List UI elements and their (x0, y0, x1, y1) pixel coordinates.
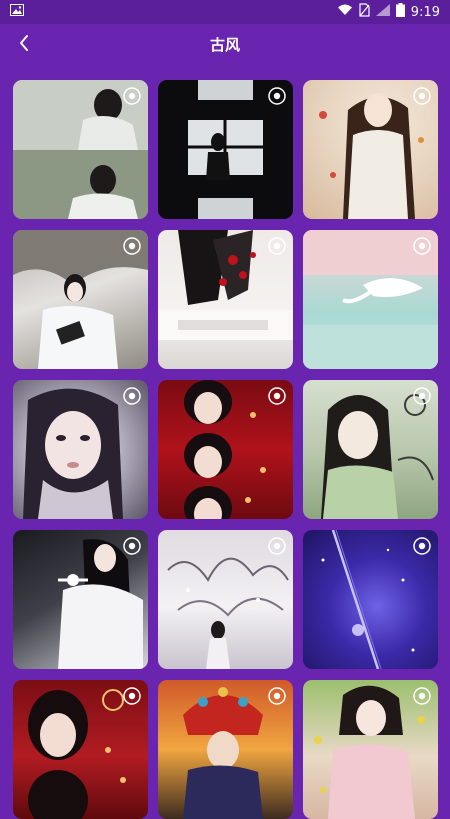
wallpaper-tile-9[interactable] (303, 380, 438, 519)
page-title: 古风 (209, 36, 240, 54)
live-wallpaper-icon (123, 237, 141, 255)
live-wallpaper-icon (413, 387, 431, 405)
live-wallpaper-icon (413, 687, 431, 705)
back-button[interactable] (10, 31, 38, 59)
wallpaper-tile-12[interactable] (303, 530, 438, 669)
live-wallpaper-icon (413, 537, 431, 555)
image-icon (10, 4, 24, 20)
no-sim-icon (359, 3, 370, 21)
wallpaper-tile-10[interactable] (13, 530, 148, 669)
wallpaper-tile-5[interactable] (158, 230, 293, 369)
wallpaper-tile-7[interactable] (13, 380, 148, 519)
wallpaper-tile-15[interactable] (303, 680, 438, 819)
live-wallpaper-icon (123, 537, 141, 555)
wallpaper-grid (13, 80, 438, 819)
wifi-icon (337, 4, 353, 20)
status-right: 9:19 (337, 3, 440, 21)
back-arrow-icon (18, 34, 30, 56)
battery-icon (395, 3, 405, 21)
live-wallpaper-icon (413, 87, 431, 105)
wallpaper-tile-3[interactable] (303, 80, 438, 219)
live-wallpaper-icon (268, 387, 286, 405)
status-left (10, 4, 24, 20)
live-wallpaper-icon (268, 537, 286, 555)
wallpaper-tile-6[interactable] (303, 230, 438, 369)
live-wallpaper-icon (123, 387, 141, 405)
status-time: 9:19 (410, 4, 440, 20)
wallpaper-tile-2[interactable] (158, 80, 293, 219)
wallpaper-tile-4[interactable] (13, 230, 148, 369)
signal-icon (375, 4, 390, 20)
wallpaper-tile-13[interactable] (13, 680, 148, 819)
live-wallpaper-icon (123, 87, 141, 105)
live-wallpaper-icon (268, 87, 286, 105)
live-wallpaper-icon (413, 237, 431, 255)
wallpaper-tile-11[interactable] (158, 530, 293, 669)
status-bar: 9:19 (0, 0, 450, 24)
app-header: 古风 (0, 24, 450, 66)
live-wallpaper-icon (268, 687, 286, 705)
wallpaper-tile-14[interactable] (158, 680, 293, 819)
live-wallpaper-icon (268, 237, 286, 255)
wallpaper-tile-1[interactable] (13, 80, 148, 219)
live-wallpaper-icon (123, 687, 141, 705)
wallpaper-tile-8[interactable] (158, 380, 293, 519)
